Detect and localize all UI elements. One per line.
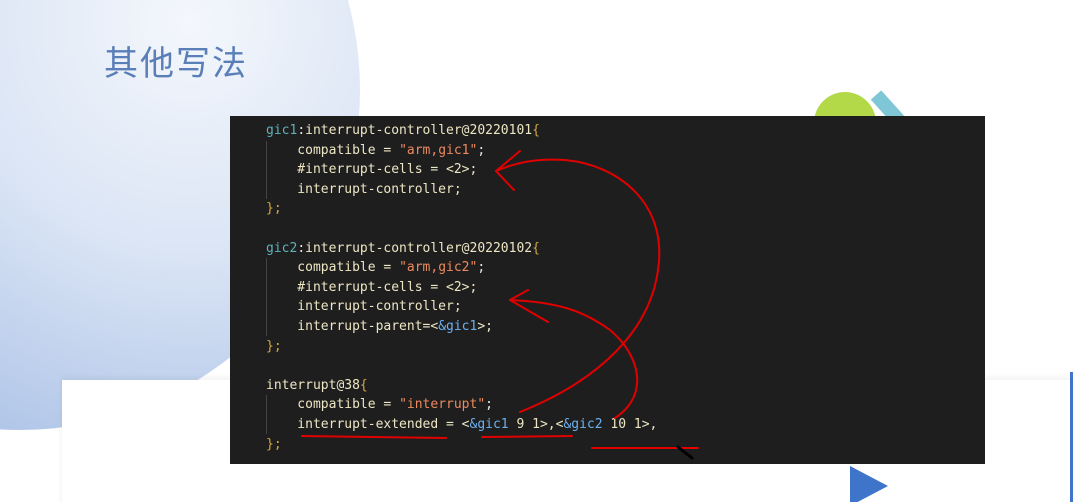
indent-guide	[266, 395, 267, 434]
code-token: &gic2	[563, 416, 603, 432]
code-line: interrupt@38{	[266, 376, 657, 396]
code-token: &gic1	[469, 416, 509, 432]
code-token: >;	[477, 318, 493, 334]
code-token: interrupt-controller@20220102	[305, 240, 533, 256]
code-token: };	[266, 201, 282, 217]
code-token: {	[532, 240, 540, 256]
code-token: interrupt-extended = <	[266, 416, 470, 432]
slide: 其他写法 gic1:interrupt-controller@20220101{…	[0, 0, 1076, 502]
code-line: gic1:interrupt-controller@20220101{	[266, 121, 657, 141]
code-token: ;	[485, 397, 493, 413]
code-line: };	[266, 337, 657, 357]
decorative-triangle	[850, 466, 888, 502]
code-token: interrupt-parent=<	[266, 318, 439, 334]
code-line: };	[266, 435, 657, 455]
code-token: interrupt-controller@20220101	[305, 123, 533, 138]
code-line: gic2:interrupt-controller@20220102{	[266, 239, 657, 259]
code-token: {	[359, 377, 368, 393]
code-token: ;	[477, 260, 486, 276]
indent-guide	[266, 258, 267, 336]
code-token: {	[532, 123, 540, 138]
code-token: gic1	[266, 123, 298, 138]
code-line: interrupt-extended = <&gic1 9 1>,<&gic2 …	[266, 415, 657, 435]
indent-guide	[266, 141, 267, 199]
code-token: "arm,gic1"	[399, 142, 478, 158]
code-token: &gic1	[438, 318, 478, 334]
code-block: gic1:interrupt-controller@20220101{ comp…	[266, 121, 657, 454]
code-line: };	[266, 199, 657, 219]
code-line: interrupt-controller;	[266, 297, 657, 317]
code-token: interrupt-controller;	[266, 181, 462, 197]
code-token: #interrupt-cells = <2>;	[266, 162, 478, 178]
code-token: interrupt@38	[266, 377, 360, 393]
code-token: compatible =	[266, 260, 400, 276]
code-token: ;	[477, 142, 486, 158]
code-token: :	[297, 240, 306, 256]
slide-title: 其他写法	[104, 44, 248, 84]
code-line: compatible = "interrupt";	[266, 395, 657, 415]
code-token: #interrupt-cells = <2>;	[266, 279, 478, 295]
code-token: interrupt-controller;	[266, 299, 462, 315]
code-token: "interrupt"	[399, 397, 486, 413]
code-token: compatible =	[266, 142, 400, 158]
code-token: 10 1>,	[602, 416, 658, 432]
code-token: "arm,gic2"	[399, 260, 478, 276]
code-screenshot: gic1:interrupt-controller@20220101{ comp…	[230, 116, 985, 464]
code-token: };	[266, 436, 282, 452]
code-line: #interrupt-cells = <2>;	[266, 160, 657, 180]
code-token: compatible =	[266, 397, 400, 413]
accent-bar	[1070, 372, 1073, 502]
code-token: :	[297, 123, 306, 138]
code-line: #interrupt-cells = <2>;	[266, 278, 657, 298]
code-token: gic2	[266, 240, 298, 256]
code-token: };	[266, 338, 282, 354]
code-line: interrupt-parent=<&gic1>;	[266, 317, 657, 337]
code-line: interrupt-controller;	[266, 180, 657, 200]
code-token: 9 1>,<	[508, 416, 564, 432]
code-line: compatible = "arm,gic1";	[266, 141, 657, 161]
code-line: compatible = "arm,gic2";	[266, 258, 657, 278]
